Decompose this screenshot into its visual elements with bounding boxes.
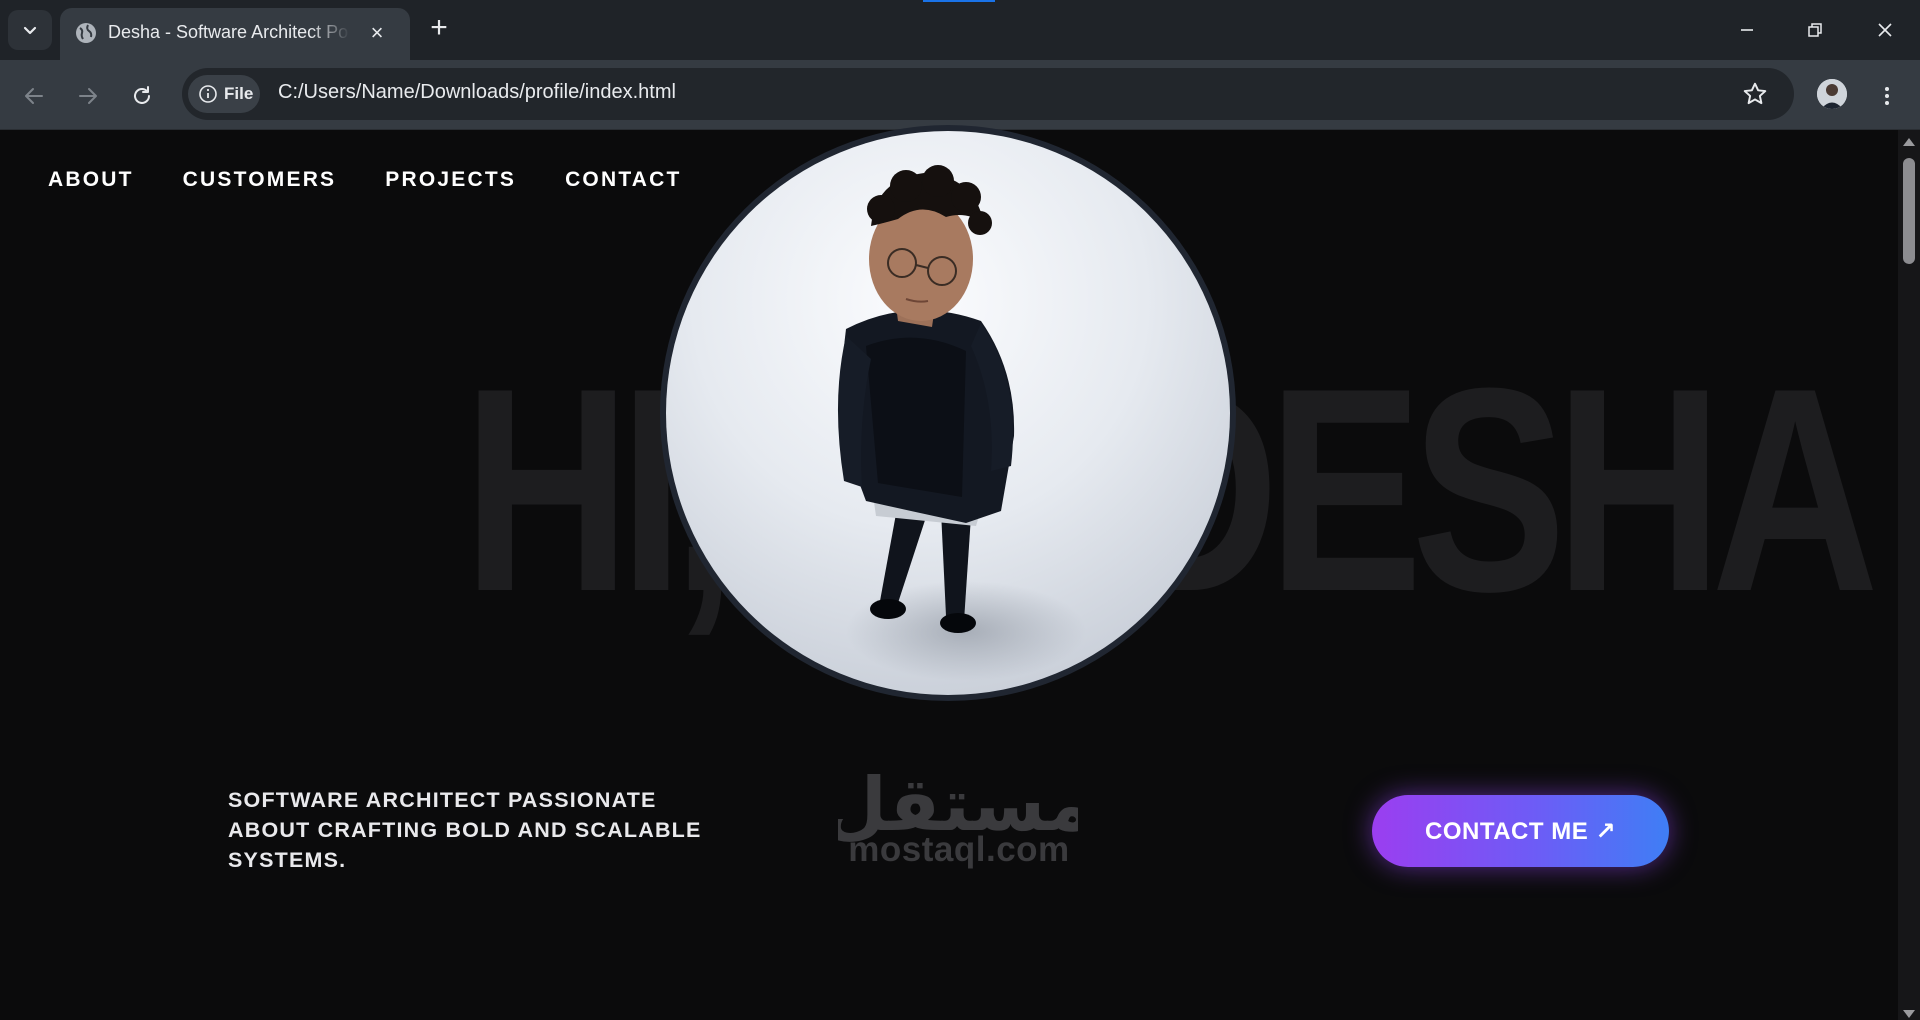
globe-icon bbox=[76, 23, 96, 43]
nav-link-customers[interactable]: CUSTOMERS bbox=[183, 168, 337, 192]
reload-icon bbox=[134, 86, 150, 104]
chevron-down-icon bbox=[23, 26, 37, 35]
more-vertical-icon bbox=[1885, 87, 1889, 105]
window-restore-button[interactable] bbox=[1790, 10, 1840, 50]
restore-icon bbox=[1808, 23, 1822, 37]
profile-portrait bbox=[666, 131, 1230, 695]
tab-search-button[interactable] bbox=[8, 10, 52, 50]
profile-avatar[interactable] bbox=[1817, 79, 1847, 109]
browser-menu-button[interactable] bbox=[1872, 76, 1902, 116]
window-minimize-button[interactable] bbox=[1722, 10, 1772, 50]
window-close-button[interactable] bbox=[1860, 10, 1910, 50]
nav-link-contact[interactable]: CONTACT bbox=[565, 168, 682, 192]
tab-close-button[interactable]: × bbox=[365, 22, 389, 46]
star-icon[interactable] bbox=[1742, 81, 1768, 107]
browser-tabstrip: Desha - Software Architect Portfolio × + bbox=[0, 0, 1920, 60]
close-icon bbox=[1878, 23, 1892, 37]
person-photo-illustration bbox=[837, 165, 1086, 681]
address-bar[interactable]: File C:/Users/Name/Downloads/profile/ind… bbox=[182, 68, 1794, 120]
nav-link-about[interactable]: ABOUT bbox=[48, 168, 134, 192]
forward-button[interactable] bbox=[68, 76, 108, 116]
info-icon bbox=[199, 85, 217, 103]
url-text[interactable]: C:/Users/Name/Downloads/profile/index.ht… bbox=[278, 81, 676, 104]
arrow-right-icon bbox=[79, 88, 97, 104]
mostaql-watermark-logo: مستقل bbox=[838, 762, 1078, 848]
page-scrollbar[interactable] bbox=[1898, 130, 1920, 1020]
new-tab-button[interactable]: + bbox=[422, 12, 456, 46]
scrollbar-thumb[interactable] bbox=[1903, 158, 1915, 264]
site-info-chip[interactable]: File bbox=[188, 75, 260, 113]
browser-tab-active[interactable]: Desha - Software Architect Portfolio × bbox=[60, 8, 410, 60]
profile-portrait-frame bbox=[660, 125, 1236, 701]
hero-tagline: SOFTWARE ARCHITECT PASSIONATE ABOUT CRAF… bbox=[228, 788, 702, 872]
arrow-left-icon bbox=[25, 88, 43, 104]
minimize-icon bbox=[1741, 29, 1753, 31]
nav-link-projects[interactable]: PROJECTS bbox=[385, 168, 516, 192]
tab-title-fade bbox=[310, 16, 350, 50]
watermark-latin-text: mostaql.com bbox=[848, 830, 1070, 869]
back-button[interactable] bbox=[14, 76, 54, 116]
scroll-down-arrow[interactable] bbox=[1903, 1010, 1915, 1018]
reload-button[interactable] bbox=[122, 76, 162, 116]
site-info-label: File bbox=[224, 84, 254, 103]
scroll-up-arrow[interactable] bbox=[1903, 138, 1915, 146]
browser-toolbar: File C:/Users/Name/Downloads/profile/ind… bbox=[0, 60, 1920, 130]
person-icon bbox=[1817, 79, 1847, 109]
site-nav: ABOUT CUSTOMERS PROJECTS CONTACT bbox=[48, 168, 682, 192]
contact-me-button[interactable]: CONTACT ME ↗ bbox=[1372, 795, 1669, 867]
tab-loading-indicator bbox=[923, 0, 995, 2]
